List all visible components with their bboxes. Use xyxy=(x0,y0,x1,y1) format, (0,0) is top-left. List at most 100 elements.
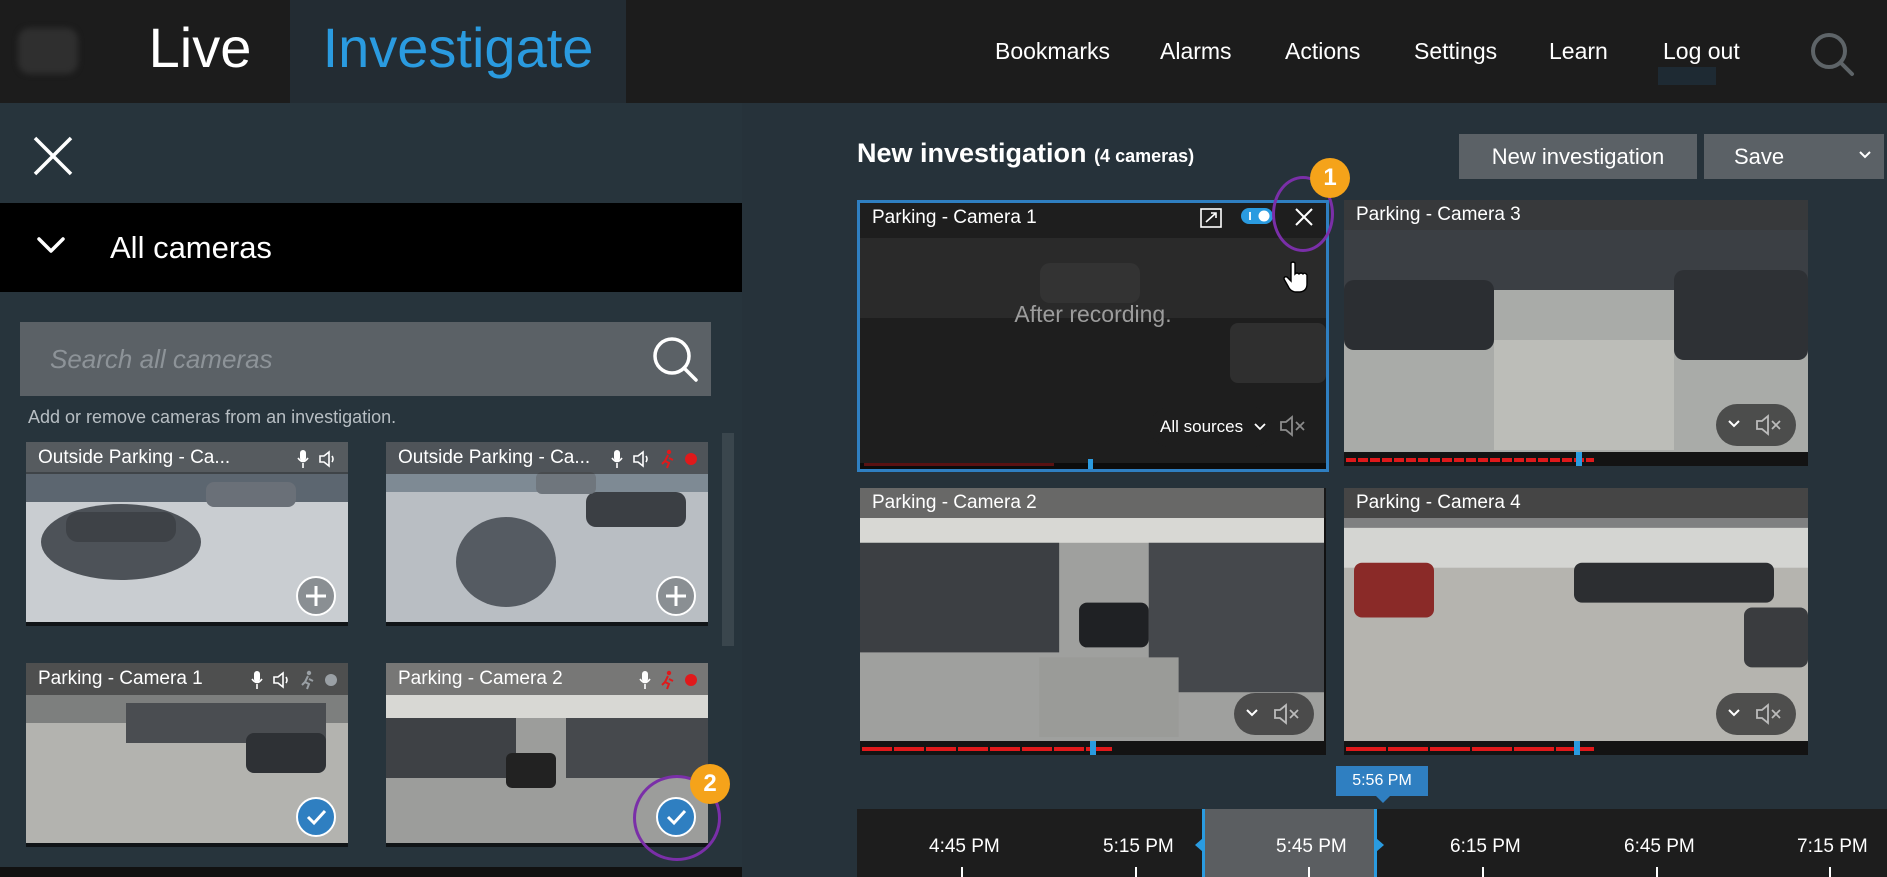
mute-icon[interactable] xyxy=(1754,701,1784,727)
nav-indicator xyxy=(1658,67,1716,85)
nav-actions[interactable]: Actions xyxy=(1285,0,1360,103)
speaker-icon xyxy=(273,671,288,689)
add-camera-button[interactable] xyxy=(296,576,336,616)
video-tile[interactable]: Parking - Camera 1 After recording. All … xyxy=(857,200,1329,472)
timeline-tick-label: 6:45 PM xyxy=(1624,836,1695,857)
camera-thumbnail[interactable]: Outside Parking - Ca... xyxy=(26,442,348,626)
chevron-down-icon[interactable] xyxy=(1726,705,1742,721)
nav-learn[interactable]: Learn xyxy=(1549,0,1608,103)
save-label: Save xyxy=(1734,144,1785,169)
thumbnail-caption: Parking - Camera 1 xyxy=(26,663,348,695)
timeline-tick xyxy=(1308,867,1310,877)
tile-controls[interactable] xyxy=(1234,693,1314,735)
timeline-tick xyxy=(1135,867,1137,877)
step-badge-1: 1 xyxy=(1310,158,1350,198)
timeline-tick-label: 5:15 PM xyxy=(1103,836,1174,857)
mute-icon[interactable] xyxy=(1754,412,1784,438)
microphone-icon xyxy=(251,671,263,689)
speaker-icon xyxy=(319,450,334,468)
close-icon[interactable] xyxy=(30,133,76,179)
chevron-down-icon xyxy=(1859,151,1871,159)
sources-dropdown[interactable]: All sources xyxy=(1150,407,1272,447)
step-badge-2: 2 xyxy=(690,764,730,804)
chevron-down-icon xyxy=(37,237,65,253)
thumbnail-caption: Parking - Camera 2 xyxy=(386,663,708,695)
tab-investigate[interactable]: Investigate xyxy=(290,0,626,103)
camera-count: (4 cameras) xyxy=(1094,146,1195,166)
tile-controls[interactable] xyxy=(1716,404,1796,446)
timeline-tick-label: 4:45 PM xyxy=(929,836,1000,857)
mute-icon[interactable] xyxy=(1278,413,1308,439)
chevron-down-icon[interactable] xyxy=(1726,416,1742,432)
video-caption: Parking - Camera 3 xyxy=(1344,200,1808,230)
recording-timeline xyxy=(1344,452,1808,466)
all-cameras-header[interactable]: All cameras xyxy=(0,203,742,292)
microphone-icon xyxy=(297,450,309,468)
recording-dot-icon xyxy=(325,674,337,686)
tab-live[interactable]: Live xyxy=(110,0,290,103)
recording-dot-icon xyxy=(685,453,697,465)
thumbnail-caption: Outside Parking - Ca... xyxy=(386,442,708,474)
camera-search-box xyxy=(20,322,711,396)
new-investigation-button[interactable]: New investigation xyxy=(1459,134,1697,179)
search-icon[interactable] xyxy=(1808,30,1856,78)
nav-bookmarks[interactable]: Bookmarks xyxy=(995,0,1110,103)
chevron-down-icon xyxy=(1254,423,1266,431)
video-title: Parking - Camera 3 xyxy=(1356,204,1521,225)
plus-icon xyxy=(306,586,326,606)
after-recording-message: After recording. xyxy=(1014,301,1172,327)
nav-settings[interactable]: Settings xyxy=(1414,0,1497,103)
video-title: Parking - Camera 2 xyxy=(872,492,1037,513)
video-caption: Parking - Camera 4 xyxy=(1344,488,1808,518)
timeline-tick xyxy=(961,867,963,877)
fullscreen-icon[interactable] xyxy=(1200,208,1222,228)
search-input[interactable] xyxy=(50,322,630,396)
handle-arrow-right-icon xyxy=(1376,838,1384,852)
tile-controls[interactable] xyxy=(1716,693,1796,735)
scrollbar[interactable] xyxy=(722,433,734,646)
nav-alarms[interactable]: Alarms xyxy=(1160,0,1232,103)
investigation-title: New investigation (4 cameras) xyxy=(857,138,1194,169)
recording-timeline xyxy=(1344,741,1808,755)
thumbnail-title: Parking - Camera 1 xyxy=(38,668,203,689)
recording-dot-icon xyxy=(685,674,697,686)
handle-arrow-left-icon xyxy=(1195,838,1203,852)
save-button[interactable]: Save xyxy=(1704,134,1884,179)
all-cameras-label: All cameras xyxy=(110,230,272,265)
top-navigation-bar: Live Investigate Bookmarks Alarms Action… xyxy=(0,0,1887,103)
microphone-icon xyxy=(611,450,623,468)
chevron-down-icon[interactable] xyxy=(1244,705,1260,721)
logo xyxy=(18,28,78,74)
add-camera-button[interactable] xyxy=(656,576,696,616)
timeline-tick-label: 5:45 PM xyxy=(1276,836,1347,857)
thumbnail-title: Outside Parking - Ca... xyxy=(398,447,591,468)
timeline-tick-label: 7:15 PM xyxy=(1797,836,1868,857)
motion-icon xyxy=(661,449,674,469)
timeline-tick xyxy=(1482,867,1484,877)
motion-icon xyxy=(301,670,314,690)
camera-thumbnail[interactable]: Parking - Camera 1 xyxy=(26,663,348,847)
sources-label: All sources xyxy=(1160,417,1244,436)
thumbnail-title: Outside Parking - Ca... xyxy=(38,447,231,468)
picker-hint: Add or remove cameras from an investigat… xyxy=(28,407,397,427)
video-tile[interactable]: Parking - Camera 3 xyxy=(1344,200,1808,466)
thumbnail-caption: Outside Parking - Ca... xyxy=(26,442,348,474)
timeline-tick-label: 6:15 PM xyxy=(1450,836,1521,857)
camera-picker-panel: All cameras Add or remove cameras from a… xyxy=(0,103,742,877)
camera-thumbnail[interactable]: Outside Parking - Ca... xyxy=(386,442,708,626)
timeline-tick xyxy=(1829,867,1831,877)
nav-logout[interactable]: Log out xyxy=(1663,0,1740,103)
selected-camera-button[interactable] xyxy=(296,797,336,837)
check-icon xyxy=(306,809,327,826)
hand-cursor-icon xyxy=(1283,261,1308,293)
video-tile[interactable]: Parking - Camera 2 xyxy=(860,488,1326,755)
toggle-switch[interactable] xyxy=(1240,206,1274,226)
speaker-icon xyxy=(633,450,648,468)
search-icon[interactable] xyxy=(650,334,700,384)
video-tile[interactable]: Parking - Camera 4 xyxy=(1344,488,1808,755)
investigation-name: New investigation xyxy=(857,138,1087,168)
microphone-icon xyxy=(639,671,651,689)
timeline-tick xyxy=(1656,867,1658,877)
plus-icon xyxy=(666,586,686,606)
mute-icon[interactable] xyxy=(1272,701,1302,727)
